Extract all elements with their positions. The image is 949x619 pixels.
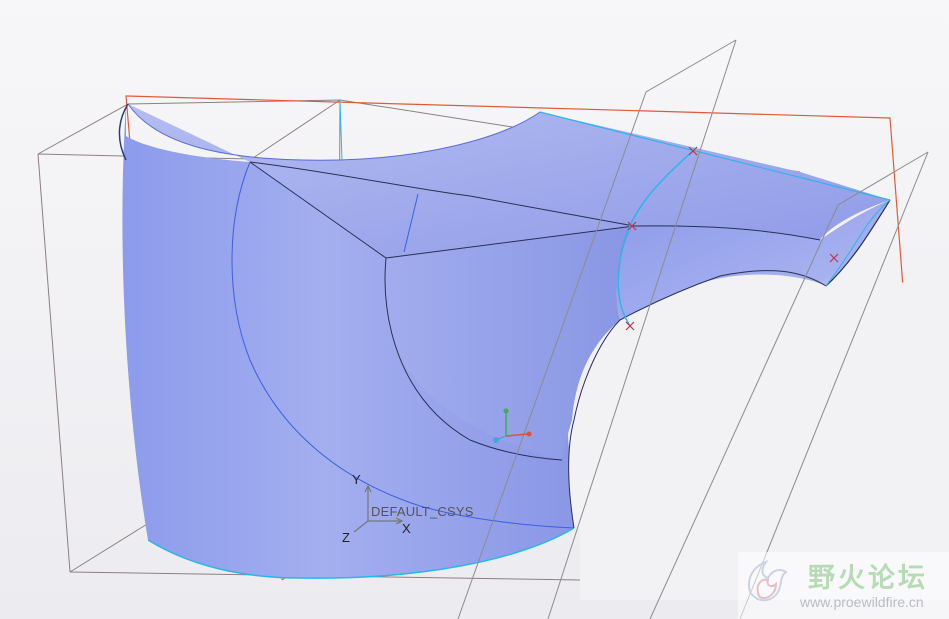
- forum-watermark: 野火论坛 www.proewildfire.cn: [738, 552, 949, 619]
- model-graphics[interactable]: [0, 0, 949, 619]
- watermark-title: 野火论坛: [808, 563, 928, 594]
- watermark-url: www.proewildfire.cn: [800, 594, 924, 610]
- csys-name-label[interactable]: DEFAULT_CSYS: [371, 504, 474, 519]
- swept-surface-body[interactable]: [122, 0, 949, 600]
- flame-logo-icon: [748, 560, 788, 602]
- csys-z-axis-label: Z: [342, 530, 350, 545]
- csys-y-axis-label: Y: [352, 472, 361, 487]
- csys-x-axis-label: X: [402, 521, 411, 536]
- model-viewport[interactable]: Y X Z DEFAULT_CSYS 野火论坛 www.proewildfire…: [0, 0, 949, 619]
